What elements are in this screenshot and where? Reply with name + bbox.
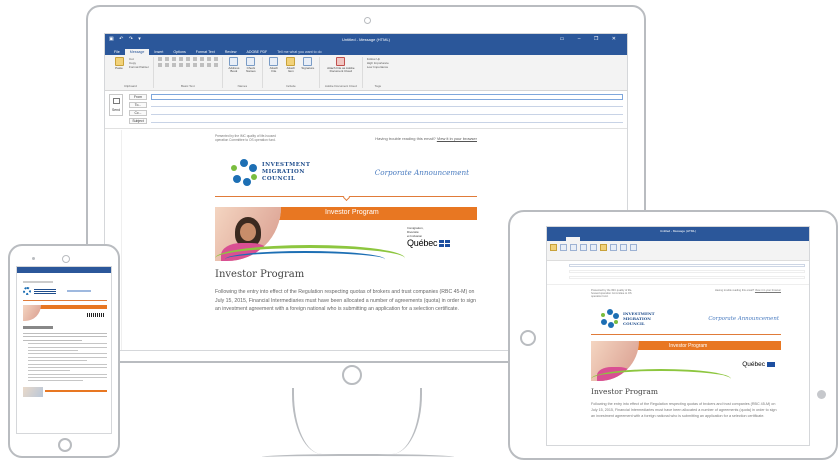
tell-me-box[interactable]: Tell me what you want to do (272, 49, 326, 55)
view-in-browser-link[interactable]: View it in your browser (437, 136, 477, 141)
trouble-reading: Having trouble reading this email? View … (375, 136, 477, 141)
tab-message[interactable]: Message (124, 49, 150, 55)
tablet-compose-header (547, 261, 809, 285)
attach-item-button[interactable]: Attach Item (284, 57, 298, 74)
style-controls-row[interactable] (157, 63, 218, 67)
monitor-power-button (342, 365, 362, 385)
preheader-text: Presented by the IMC quality of life-hou… (215, 134, 276, 143)
section-heading: Investor Program (215, 269, 305, 281)
include-group: Attach File Attach Item Signature Includ… (263, 57, 320, 88)
tablet-home-button (520, 330, 536, 346)
ribbon: Paste Cut Copy Format Painter Clipboard … (105, 55, 627, 91)
adobe-icon (336, 57, 346, 66)
to-button[interactable]: To... (129, 102, 147, 108)
names-group-label: Names (237, 84, 248, 88)
from-button[interactable]: From (129, 94, 147, 100)
phone-home-button (58, 438, 72, 452)
window-controls[interactable]: ▭ – ❐ ✕ (560, 36, 622, 42)
subject-field[interactable] (151, 118, 623, 123)
adobe-group: Attach File as Adobe Document Cloud Adob… (320, 57, 363, 88)
tab-file[interactable]: File (109, 49, 125, 55)
blue-swoosh (225, 251, 385, 261)
font-controls-row[interactable] (157, 57, 218, 61)
tab-options[interactable]: Options (168, 49, 190, 55)
phone-newsletter (23, 281, 107, 398)
check-names-button[interactable]: Check Names (244, 57, 258, 74)
phone-imc-logo (23, 287, 31, 295)
cc-button[interactable]: Cc... (129, 110, 147, 116)
clipboard-group: Paste Cut Copy Format Painter Clipboard (108, 57, 154, 88)
preheader-row: Presented by the IMC quality of life-hou… (215, 134, 477, 142)
paste-button[interactable]: Paste (112, 57, 126, 70)
tablet-newsletter: Presented by the IMC quality of life-hou… (591, 289, 781, 419)
section-paragraph: Following the entry into effect of the R… (215, 289, 476, 313)
pen-icon (303, 57, 313, 66)
tab-insert[interactable]: Insert (149, 49, 168, 55)
names-group: Address Book Check Names Names (223, 57, 263, 88)
attach-file-button[interactable]: Attach File (267, 57, 281, 74)
tablet-ribbon (547, 241, 809, 261)
program-banner: Investor Program Immigration, Diversité … (215, 207, 477, 262)
tab-review[interactable]: Review (220, 49, 242, 55)
brand-header: INVESTMENT MIGRATION COUNCIL Corporate A… (215, 152, 477, 192)
monitor-stand (292, 388, 422, 454)
quebec-flag-icon (439, 239, 451, 247)
clipboard-group-label: Clipboard (124, 84, 137, 88)
paperclip-icon (269, 57, 279, 66)
send-button[interactable]: Send (109, 94, 123, 116)
tags-group-label: Tags (374, 84, 382, 88)
adobe-group-label: Adobe Document Cloud (324, 84, 357, 88)
low-importance-button[interactable]: Low Importance (367, 65, 389, 69)
monitor-camera (364, 17, 371, 24)
quebec-logo: Immigration, Diversité et Inclusion Québ… (407, 227, 467, 248)
phone-screen (16, 266, 112, 434)
basic-text-group-label: Basic Text (181, 84, 195, 88)
tablet-title-bar: Untitled - Message (HTML) (547, 227, 809, 235)
ribbon-tabs: File Message Insert Options Format Text … (105, 46, 627, 55)
compose-header: Send From To... Cc... Subject (105, 91, 627, 129)
send-envelope-icon (113, 98, 120, 104)
org-name: INVESTMENT MIGRATION COUNCIL (262, 162, 311, 182)
tablet-screen: Untitled - Message (HTML) Presented by t… (546, 226, 810, 446)
signature-button[interactable]: Signature (301, 57, 315, 74)
monitor-base (262, 454, 454, 460)
tablet-imc-logo (601, 309, 619, 329)
tags-group: Follow Up High Importance Low Importance… (363, 57, 393, 88)
from-field[interactable] (151, 94, 623, 100)
format-painter-button[interactable]: Format Painter (129, 65, 149, 69)
announcement-title: Corporate Announcement (374, 168, 469, 178)
check-names-icon (246, 57, 256, 66)
phone-sensor (32, 257, 35, 260)
outlook-title-bar: ▣ ↶ ↷ ▾ Untitled - Message (HTML) ▭ – ❐ … (105, 34, 627, 46)
phone-camera (62, 255, 70, 263)
include-group-label: Include (286, 84, 296, 88)
body-margin-line (121, 130, 122, 350)
address-book-icon (229, 57, 239, 66)
tab-format-text[interactable]: Format Text (191, 49, 220, 55)
subject-label: Subject (129, 118, 147, 124)
phone-device (8, 244, 120, 458)
tablet-device: Untitled - Message (HTML) Presented by t… (508, 210, 838, 460)
phone-app-bar (17, 267, 111, 273)
newsletter: Presented by the IMC quality of life-hou… (215, 130, 477, 314)
to-field[interactable] (151, 102, 623, 107)
address-book-button[interactable]: Address Book (227, 57, 241, 74)
tablet-camera (817, 390, 826, 399)
envelope-icon (286, 57, 296, 66)
adobe-attach-button[interactable]: Attach File as Adobe Document Cloud (324, 57, 358, 74)
paste-icon (114, 57, 124, 66)
banner-label: Investor Program (325, 209, 379, 217)
basic-text-group: Basic Text (154, 57, 223, 88)
cc-field[interactable] (151, 110, 623, 115)
window-title: Untitled - Message (HTML) (341, 37, 390, 42)
tablet-quebec-flag-icon (767, 362, 775, 368)
imc-logo (231, 159, 257, 187)
tab-adobe-pdf[interactable]: ADOBE PDF (241, 49, 272, 55)
divider (215, 196, 477, 198)
